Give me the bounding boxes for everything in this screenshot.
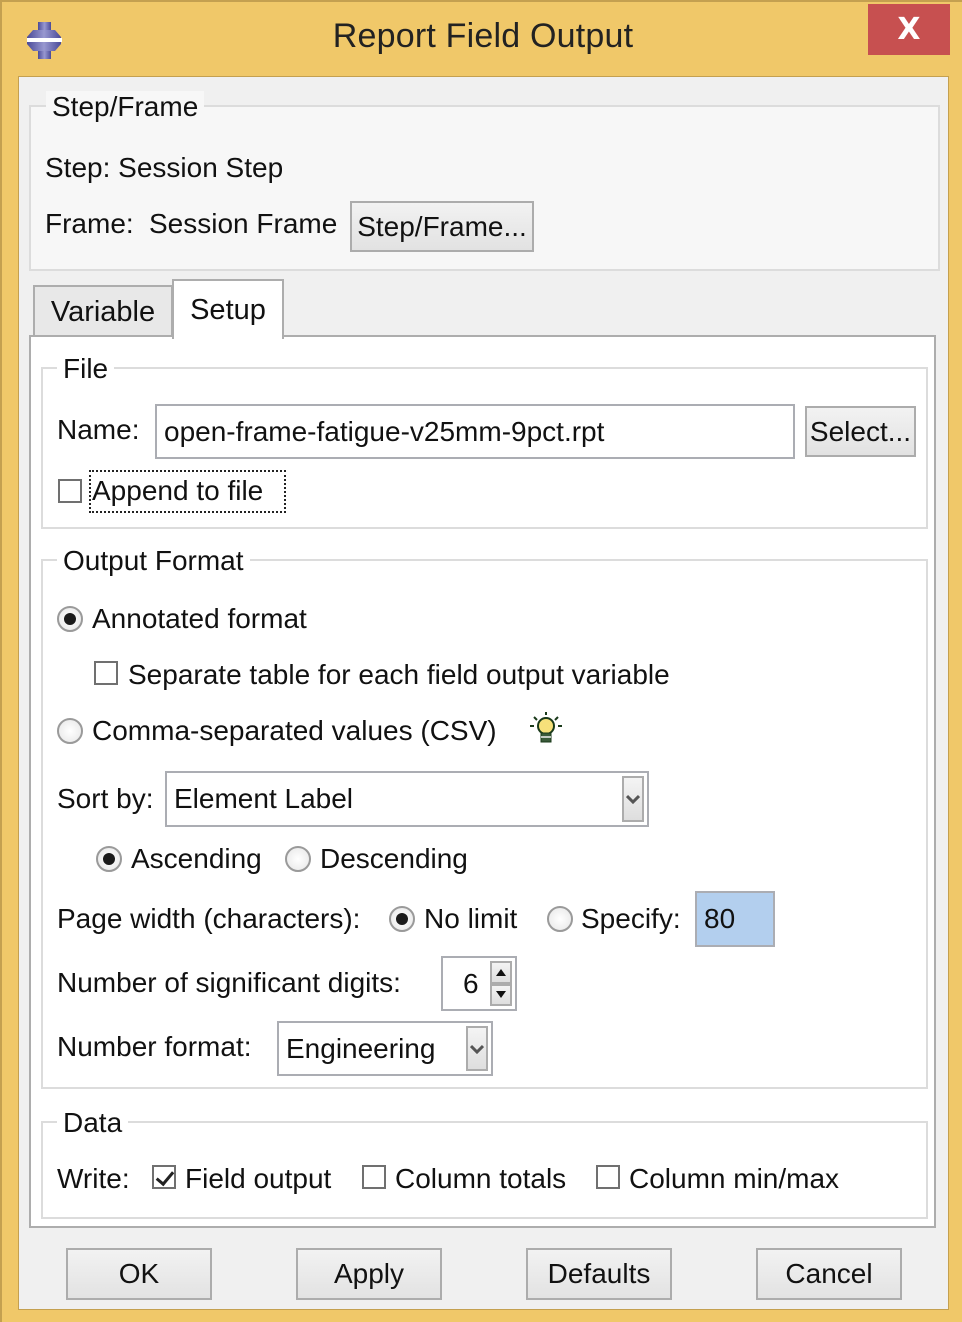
data-group-label: Data <box>57 1107 129 1139</box>
window-title: Report Field Output <box>332 17 634 55</box>
title-bar[interactable]: Report Field Output X <box>2 2 962 78</box>
field-output-checkbox[interactable] <box>152 1165 176 1189</box>
step-frame-button[interactable]: Step/Frame... <box>350 201 534 252</box>
sort-by-value: Element Label <box>174 783 354 814</box>
report-field-output-dialog: Report Field Output X Step/Frame Step: S… <box>0 0 962 1322</box>
number-format-select[interactable]: Engineering <box>277 1021 493 1076</box>
spin-down-button[interactable] <box>490 983 512 1006</box>
step-text: Step: Session Step <box>45 152 284 183</box>
write-label: Write: <box>57 1163 130 1194</box>
triangle-up-icon <box>496 968 506 976</box>
page-width-input[interactable]: 80 <box>695 891 775 947</box>
chevron-down-icon <box>470 1044 484 1054</box>
significant-digits-value: 6 <box>463 967 479 999</box>
page-width-label: Page width (characters): <box>57 903 361 934</box>
annotated-format-radio[interactable] <box>57 606 83 632</box>
ascending-radio[interactable] <box>96 846 122 872</box>
dialog-body: Step/Frame Step: Session Step Frame: Ses… <box>18 76 949 1310</box>
separate-table-label[interactable]: Separate table for each field output var… <box>128 659 670 691</box>
number-format-label: Number format: <box>57 1031 252 1062</box>
append-to-file-checkbox[interactable] <box>58 479 82 503</box>
setup-tab-panel: File Name: open-frame-fatigue-v25mm-9pct… <box>29 335 936 1228</box>
frame-value: Session Frame <box>149 208 338 239</box>
step-frame-group-label: Step/Frame <box>46 91 205 123</box>
significant-digits-spinner[interactable]: 6 <box>441 956 517 1011</box>
lightbulb-icon[interactable] <box>529 711 563 745</box>
descending-radio[interactable] <box>285 846 311 872</box>
number-format-dropdown-button[interactable] <box>466 1026 488 1071</box>
file-name-input[interactable]: open-frame-fatigue-v25mm-9pct.rpt <box>155 404 795 459</box>
no-limit-label[interactable]: No limit <box>424 903 517 935</box>
file-name-label: Name: <box>57 414 140 445</box>
spin-up-button[interactable] <box>490 961 512 984</box>
spinner-buttons <box>490 961 512 1006</box>
cancel-button[interactable]: Cancel <box>756 1248 902 1300</box>
close-icon: X <box>897 12 921 47</box>
sort-by-select[interactable]: Element Label <box>165 771 649 827</box>
append-to-file-label[interactable]: Append to file <box>92 475 263 507</box>
output-format-group-label: Output Format <box>57 545 250 577</box>
file-group-label: File <box>57 353 115 385</box>
apply-button[interactable]: Apply <box>296 1248 442 1300</box>
number-format-value: Engineering <box>286 1032 436 1064</box>
annotated-format-label[interactable]: Annotated format <box>92 603 307 635</box>
defaults-button[interactable]: Defaults <box>526 1248 672 1300</box>
field-output-label[interactable]: Field output <box>185 1163 331 1195</box>
no-limit-radio[interactable] <box>389 906 415 932</box>
tab-setup[interactable]: Setup <box>172 279 284 339</box>
column-totals-checkbox[interactable] <box>362 1165 386 1189</box>
close-button[interactable]: X <box>868 4 950 55</box>
specify-label[interactable]: Specify: <box>581 903 681 935</box>
column-minmax-checkbox[interactable] <box>596 1165 620 1189</box>
significant-digits-label: Number of significant digits: <box>57 967 401 998</box>
ok-button[interactable]: OK <box>66 1248 212 1300</box>
specify-radio[interactable] <box>547 906 573 932</box>
select-file-button[interactable]: Select... <box>805 406 916 457</box>
csv-label[interactable]: Comma-separated values (CSV) <box>92 715 497 747</box>
tab-variable[interactable]: Variable <box>33 285 173 337</box>
sort-by-label: Sort by: <box>57 783 154 814</box>
csv-radio[interactable] <box>57 718 83 744</box>
frame-label: Frame: <box>45 208 134 239</box>
column-totals-label[interactable]: Column totals <box>395 1163 566 1195</box>
triangle-down-icon <box>496 991 506 999</box>
descending-label[interactable]: Descending <box>320 843 468 875</box>
separate-table-checkbox[interactable] <box>94 661 118 685</box>
sort-by-dropdown-button[interactable] <box>622 776 644 822</box>
ascending-label[interactable]: Ascending <box>131 843 262 875</box>
column-minmax-label[interactable]: Column min/max <box>629 1163 839 1195</box>
chevron-down-icon <box>626 794 640 804</box>
